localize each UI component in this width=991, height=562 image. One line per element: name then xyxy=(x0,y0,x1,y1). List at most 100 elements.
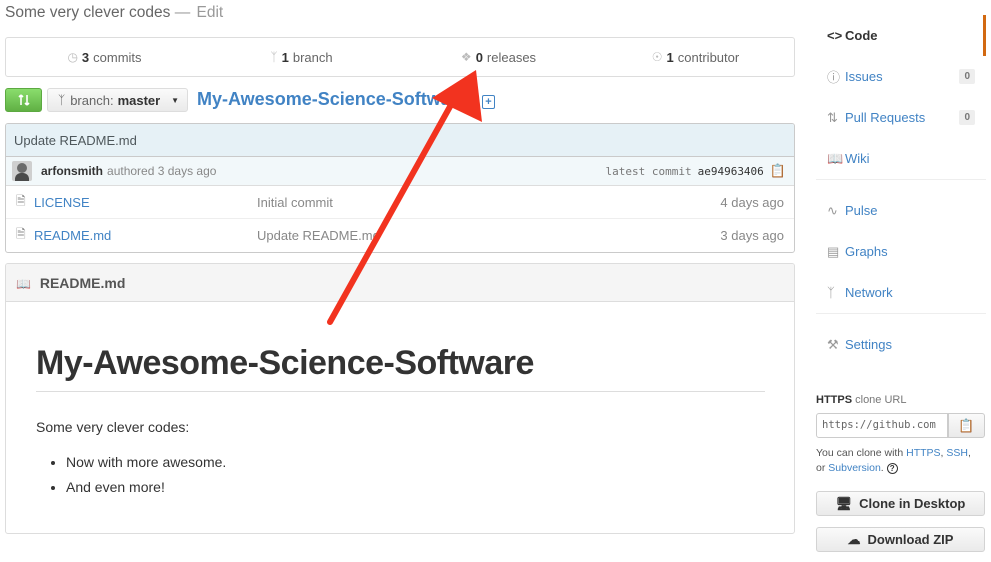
copy-url-button[interactable]: 📋 xyxy=(948,413,985,438)
readme-paragraph: Some very clever codes: xyxy=(36,419,190,435)
file-commit-message[interactable]: Initial commit xyxy=(257,195,720,210)
description-text: Some very clever codes xyxy=(5,4,171,21)
clone-in-desktop-button[interactable]: 🖥 Clone in Desktop xyxy=(816,491,985,516)
history-icon: ◷ xyxy=(67,50,78,64)
readme-list: Now with more awesome. And even more! xyxy=(36,454,226,504)
issues-count-badge: 0 xyxy=(959,69,975,84)
branch-icon: ᛉ xyxy=(58,93,66,107)
clone-url-input[interactable]: https://github.com xyxy=(816,413,948,438)
releases-label: releases xyxy=(486,49,537,65)
commits-count: 3 xyxy=(81,49,90,65)
clone-url-label: HTTPS clone URL xyxy=(816,394,906,406)
edit-description-link[interactable]: Edit xyxy=(197,4,224,21)
nav-label: Wiki xyxy=(845,151,870,166)
latest-commit-label: latest commit xyxy=(605,164,692,178)
ssh-link[interactable]: SSH xyxy=(946,447,968,459)
nav-item-pull-requests[interactable]: ⇅ Pull Requests 0 xyxy=(816,97,986,138)
file-icon: 🗎 xyxy=(16,227,26,241)
nav-item-graphs[interactable]: ▤ Graphs xyxy=(816,231,986,272)
branches-count: 1 xyxy=(281,49,289,65)
compare-icon xyxy=(17,94,30,106)
clone-help-or: or xyxy=(816,462,826,474)
help-icon[interactable]: ? xyxy=(886,463,898,474)
nav-item-network[interactable]: ᛉ Network xyxy=(816,272,986,313)
file-age: 4 days ago xyxy=(720,194,784,210)
nav-label: Network xyxy=(845,285,893,300)
nav-group-settings: ⚒ Settings xyxy=(816,314,986,365)
file-icon: 🗎 xyxy=(16,193,26,208)
readme-filename: README.md xyxy=(39,275,126,291)
branches-label: branch xyxy=(292,49,333,65)
releases-link[interactable]: ❖ 0 releases xyxy=(400,38,597,76)
nav-item-settings[interactable]: ⚒ Settings xyxy=(816,324,986,365)
contributors-link[interactable]: ☉ 1 contributor xyxy=(597,38,794,76)
repo-name-link[interactable]: My-Awesome-Science-Software xyxy=(197,89,468,110)
organization-icon: ☉ xyxy=(651,50,663,64)
button-label: Clone in Desktop xyxy=(859,496,966,511)
clipboard-icon: 📋 xyxy=(958,417,975,433)
nav-label: Pull Requests xyxy=(845,110,926,125)
latest-commit-message[interactable]: Update README.md xyxy=(6,124,794,157)
commits-link[interactable]: ◷ 3 commits xyxy=(6,38,203,76)
readme-header: 📖 README.md xyxy=(6,264,794,302)
branch-value: master xyxy=(117,92,161,108)
commits-label: commits xyxy=(93,49,142,65)
file-name-link[interactable]: README.md xyxy=(34,228,257,243)
issue-icon: ⓘ xyxy=(827,70,841,85)
avatar[interactable] xyxy=(12,161,32,181)
commit-authored: authored 3 days ago xyxy=(107,164,217,178)
download-zip-button[interactable]: ☁ Download ZIP xyxy=(816,527,985,552)
nav-label: Settings xyxy=(845,337,892,352)
clone-help-text: You can clone with HTTPS, SSH, or Subver… xyxy=(816,447,971,474)
pull-requests-count-badge: 0 xyxy=(959,110,975,125)
contributors-count: 1 xyxy=(666,49,674,65)
nav-item-code[interactable]: <> Code xyxy=(816,15,986,56)
add-file-icon[interactable]: + xyxy=(482,95,495,109)
commit-meta: arfonsmith authored 3 days ago latest co… xyxy=(6,157,794,186)
cloud-download-icon: ☁ xyxy=(847,531,861,547)
chevron-down-icon: ▼ xyxy=(171,95,179,105)
readme-panel: 📖 README.md My-Awesome-Science-Software … xyxy=(5,263,795,534)
file-browser: Update README.md arfonsmith authored 3 d… xyxy=(5,123,795,253)
readme-heading: My-Awesome-Science-Software xyxy=(36,344,765,392)
code-icon: <> xyxy=(827,28,843,43)
list-item: And even more! xyxy=(66,479,226,504)
desktop-icon: 🖥 xyxy=(835,495,853,511)
clone-help-prefix: You can clone with xyxy=(816,447,904,459)
commit-sha-link[interactable]: ae94963406 xyxy=(698,165,764,178)
book-icon: 📖 xyxy=(16,277,31,291)
commit-author[interactable]: arfonsmith xyxy=(41,164,103,178)
branch-selector[interactable]: ᛉ branch: master ▼ xyxy=(47,88,188,112)
pulse-icon: ∿ xyxy=(827,202,838,218)
branches-link[interactable]: ᛉ 1 branch xyxy=(203,38,400,76)
branch-icon: ᛉ xyxy=(827,285,835,300)
nav-item-wiki[interactable]: 📖 Wiki xyxy=(816,138,986,179)
nav-item-pulse[interactable]: ∿ Pulse xyxy=(816,190,986,231)
file-commit-message[interactable]: Update README.md xyxy=(257,228,720,243)
table-row: 🗎 README.md Update README.md 3 days ago xyxy=(6,219,794,252)
nav-label: Issues xyxy=(845,69,883,84)
button-label: Download ZIP xyxy=(867,532,954,547)
nav-group-main: <> Code ⓘ Issues 0 ⇅ Pull Requests 0 📖 W… xyxy=(816,0,986,180)
compare-button[interactable] xyxy=(5,88,42,112)
nav-label: Pulse xyxy=(845,203,878,218)
releases-count: 0 xyxy=(475,49,483,65)
contributors-label: contributor xyxy=(677,49,740,65)
nav-item-issues[interactable]: ⓘ Issues 0 xyxy=(816,56,986,97)
book-icon: 📖 xyxy=(827,150,844,166)
clipboard-icon[interactable]: 📋 xyxy=(770,163,786,179)
tools-icon: ⚒ xyxy=(827,336,839,352)
graph-icon: ▤ xyxy=(827,243,840,259)
nav-group-insights: ∿ Pulse ▤ Graphs ᛉ Network xyxy=(816,180,986,314)
file-name-link[interactable]: LICENSE xyxy=(34,195,257,210)
repo-nav: <> Code ⓘ Issues 0 ⇅ Pull Requests 0 📖 W… xyxy=(816,0,986,365)
description-separator: — xyxy=(174,4,191,21)
subversion-link[interactable]: Subversion xyxy=(828,462,881,474)
branch-prefix: branch: xyxy=(70,92,114,108)
repo-description: Some very clever codes — Edit xyxy=(5,4,223,22)
clone-label-suffix: clone URL xyxy=(855,394,907,406)
pull-request-icon: ⇅ xyxy=(827,109,838,125)
tag-icon: ❖ xyxy=(460,50,472,64)
clone-protocol: HTTPS xyxy=(816,394,853,406)
https-link[interactable]: HTTPS xyxy=(906,447,940,459)
